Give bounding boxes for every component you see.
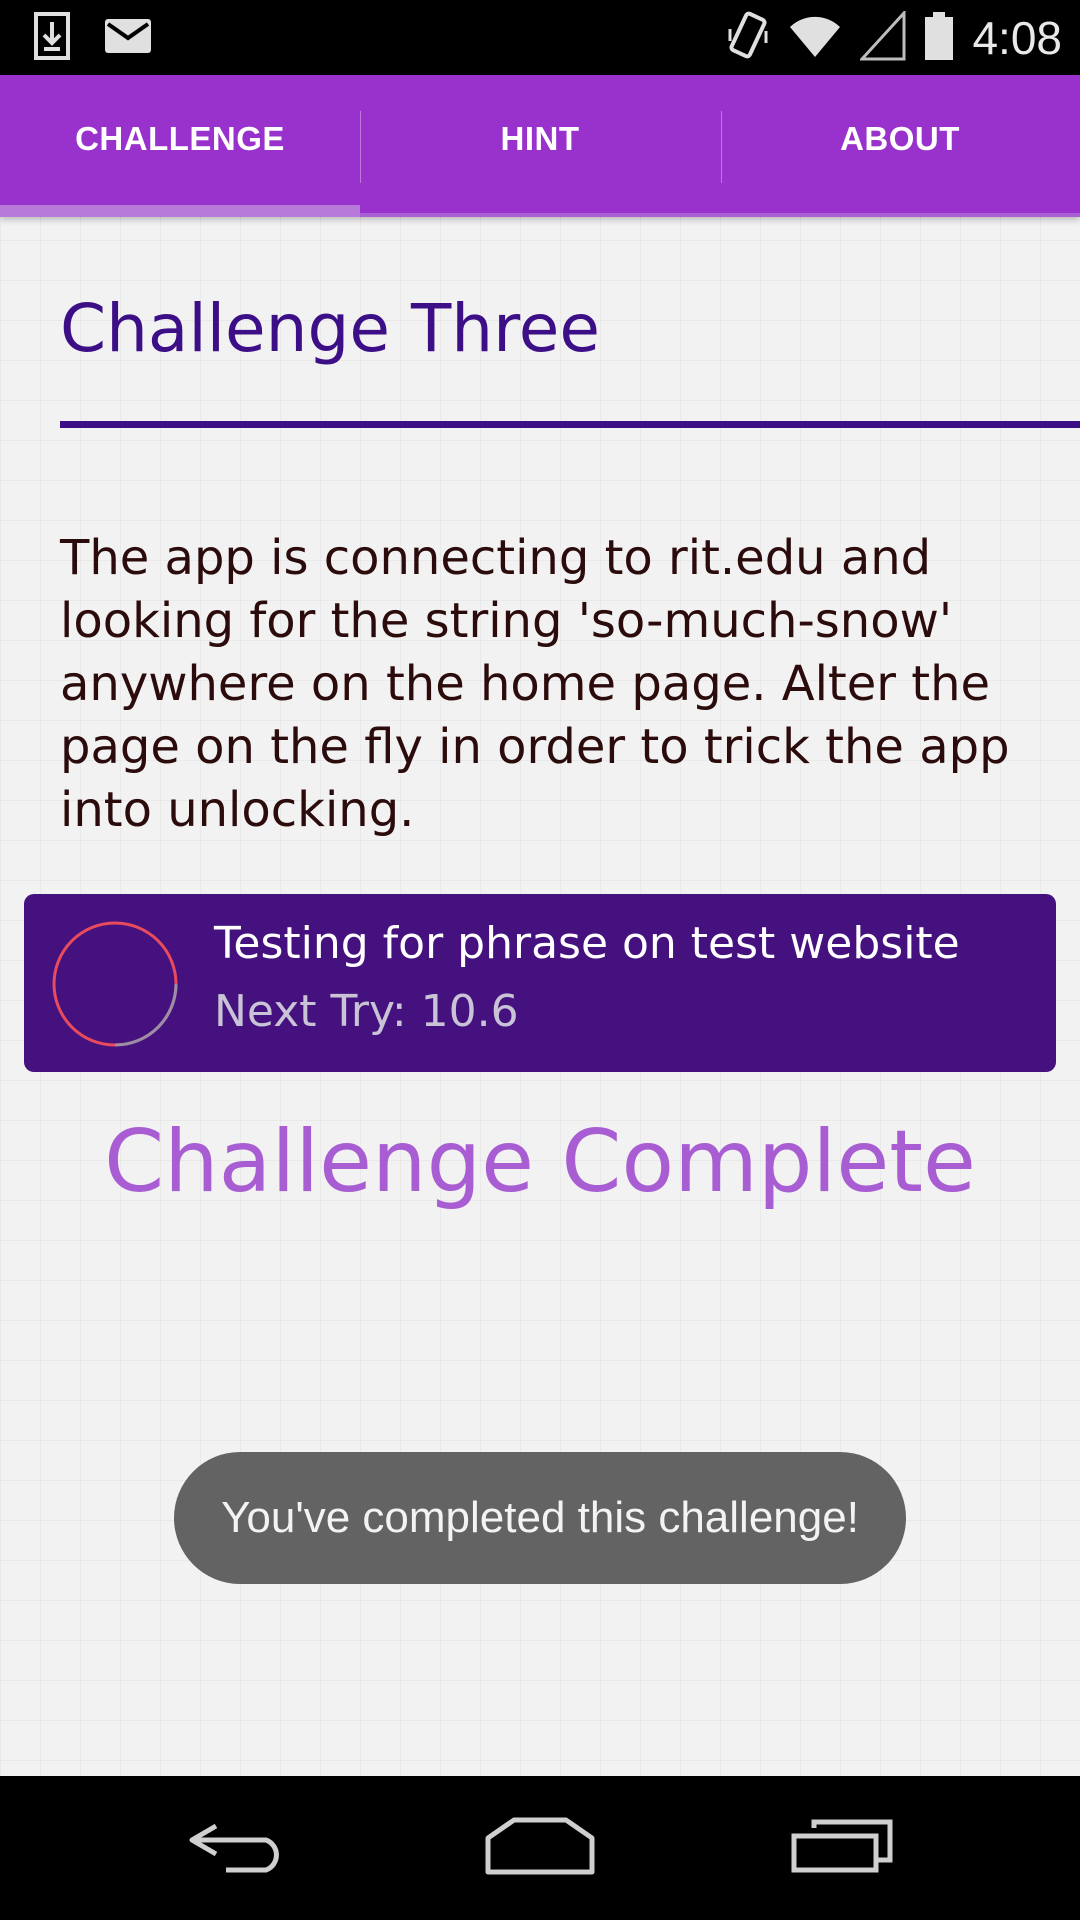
status-time: 4:08 <box>972 12 1062 64</box>
mail-icon <box>104 16 152 61</box>
signal-icon <box>859 8 906 66</box>
challenge-complete-label: Challenge Complete <box>104 1112 976 1212</box>
tab-challenge-label: CHALLENGE <box>75 120 285 157</box>
tab-about[interactable]: ABOUT <box>720 75 1080 217</box>
status-card: Testing for phrase on test website Next … <box>24 894 1056 1072</box>
toast-text: You've completed this challenge! <box>221 1493 859 1542</box>
status-bar-right: 4:08 <box>726 8 1062 68</box>
next-try-label: Next Try: 10.6 <box>214 986 519 1037</box>
status-bar-left <box>34 12 152 65</box>
navigation-bar <box>0 1776 1080 1920</box>
recents-button[interactable] <box>742 1776 942 1920</box>
home-icon <box>484 1816 596 1881</box>
recents-icon <box>790 1818 894 1879</box>
tab-bar: CHALLENGE HINT ABOUT <box>0 75 1080 217</box>
selected-tab-indicator <box>0 205 360 217</box>
back-button[interactable] <box>138 1776 338 1920</box>
page-title: Challenge Three <box>60 290 600 367</box>
vibrate-icon <box>726 9 770 68</box>
tab-challenge[interactable]: CHALLENGE <box>0 75 360 217</box>
home-button[interactable] <box>440 1776 640 1920</box>
battery-icon <box>924 11 954 66</box>
title-divider <box>60 421 1080 428</box>
download-icon <box>34 12 70 65</box>
status-card-title: Testing for phrase on test website <box>214 918 960 969</box>
status-bar: 4:08 <box>0 0 1080 75</box>
back-icon <box>186 1818 290 1879</box>
toast-message: You've completed this challenge! <box>174 1452 906 1584</box>
tab-about-label: ABOUT <box>840 120 960 157</box>
tab-hint[interactable]: HINT <box>360 75 720 217</box>
tab-hint-label: HINT <box>500 120 580 157</box>
progress-spinner-icon <box>50 919 180 1054</box>
app-screen: 4:08 CHALLENGE HINT ABOUT Challenge Thre… <box>0 0 1080 1920</box>
challenge-description: The app is connecting to rit.edu and loo… <box>60 530 1010 838</box>
wifi-icon <box>788 11 842 66</box>
